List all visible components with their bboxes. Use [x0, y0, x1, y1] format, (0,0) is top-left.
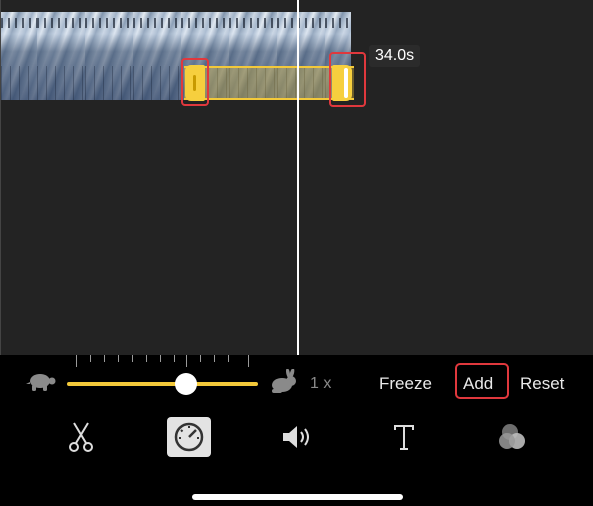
speed-scale-ticks — [76, 355, 249, 367]
speed-value-label: 1 x — [310, 375, 332, 392]
home-indicator[interactable] — [192, 494, 403, 500]
speed-slider-thumb[interactable] — [175, 373, 197, 395]
duration-label: 34.0s — [369, 45, 421, 67]
speedometer-icon — [174, 422, 204, 452]
tool-filters[interactable] — [491, 417, 535, 457]
turtle-icon — [26, 374, 56, 391]
video-frame — [1, 12, 38, 100]
scissors-icon — [69, 422, 93, 452]
freeze-button[interactable]: Freeze — [379, 374, 432, 394]
volume-icon — [283, 426, 309, 448]
video-frame — [85, 12, 134, 100]
start-handle-highlight — [181, 58, 209, 106]
end-handle-highlight — [329, 52, 366, 107]
video-frame — [37, 12, 86, 100]
text-icon — [394, 425, 414, 450]
timeline-area[interactable]: 34.0s — [0, 0, 593, 355]
playhead[interactable] — [297, 0, 299, 355]
reset-button[interactable]: Reset — [520, 374, 564, 394]
video-frame — [133, 12, 182, 100]
tool-titles[interactable] — [382, 417, 426, 457]
speed-slider-track[interactable] — [67, 382, 258, 386]
add-button-highlight — [455, 363, 509, 399]
filters-icon — [499, 424, 525, 449]
rabbit-icon — [272, 369, 296, 393]
tool-speed[interactable] — [167, 417, 211, 457]
tool-volume[interactable] — [275, 417, 319, 457]
tool-split[interactable] — [59, 417, 103, 457]
